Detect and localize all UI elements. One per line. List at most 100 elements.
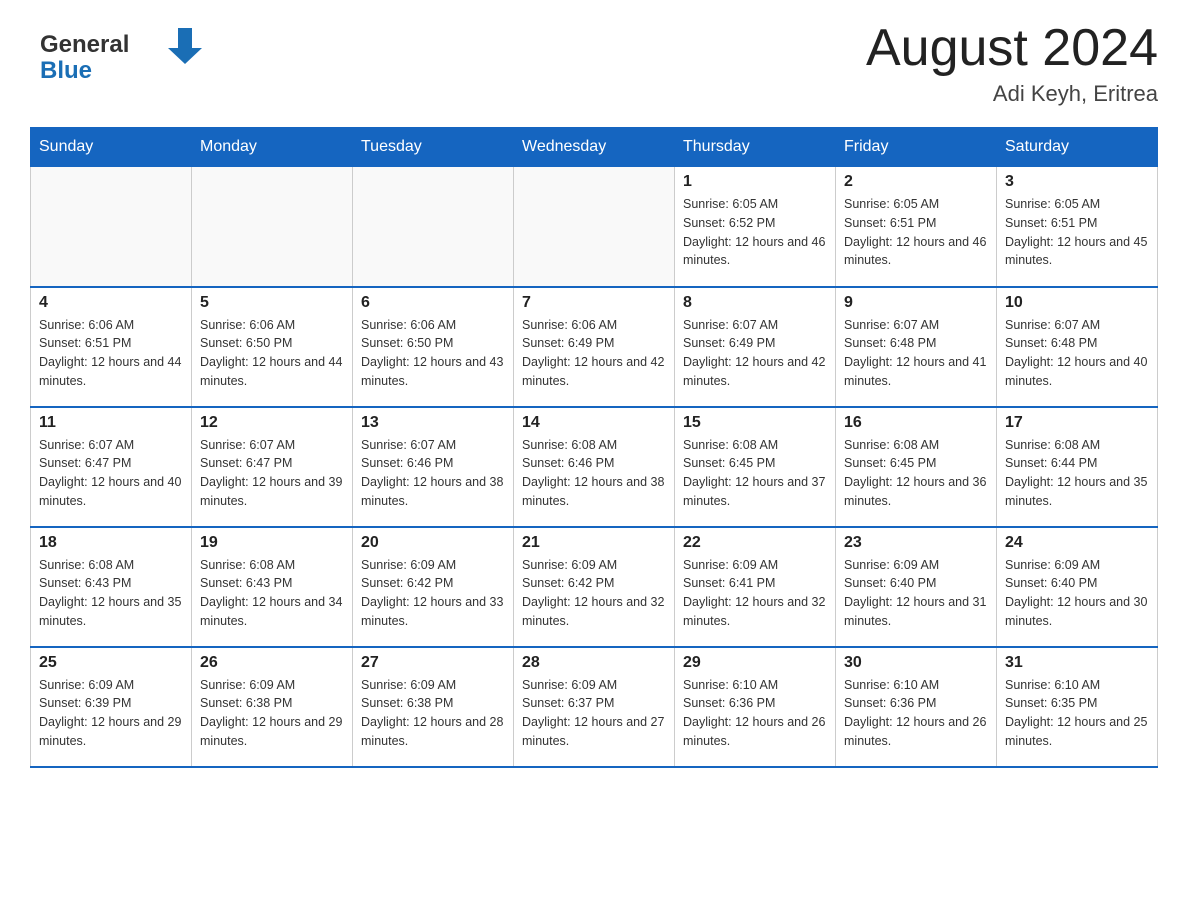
day-info: Sunrise: 6:09 AMSunset: 6:40 PMDaylight:… [844,556,988,631]
day-number: 20 [361,534,505,552]
calendar-week-row: 1 Sunrise: 6:05 AMSunset: 6:52 PMDaylight… [31,167,1158,287]
table-row: 7 Sunrise: 6:06 AMSunset: 6:49 PMDaylight… [514,287,675,407]
table-row: 10 Sunrise: 6:07 AMSunset: 6:48 PMDayligh… [997,287,1158,407]
day-info: Sunrise: 6:09 AMSunset: 6:40 PMDaylight:… [1005,556,1149,631]
day-number: 14 [522,414,666,432]
table-row [192,167,353,287]
day-number: 9 [844,294,988,312]
day-number: 27 [361,654,505,672]
col-saturday: Saturday [997,128,1158,167]
day-number: 29 [683,654,827,672]
table-row: 13 Sunrise: 6:07 AMSunset: 6:46 PMDayligh… [353,407,514,527]
day-info: Sunrise: 6:08 AMSunset: 6:45 PMDaylight:… [683,436,827,511]
day-info: Sunrise: 6:10 AMSunset: 6:35 PMDaylight:… [1005,676,1149,751]
day-info: Sunrise: 6:08 AMSunset: 6:44 PMDaylight:… [1005,436,1149,511]
table-row: 24 Sunrise: 6:09 AMSunset: 6:40 PMDayligh… [997,527,1158,647]
day-info: Sunrise: 6:08 AMSunset: 6:43 PMDaylight:… [200,556,344,631]
day-info: Sunrise: 6:05 AMSunset: 6:51 PMDaylight:… [844,195,988,270]
day-info: Sunrise: 6:06 AMSunset: 6:50 PMDaylight:… [200,316,344,391]
table-row: 14Sunrise: 6:08 AMSunset: 6:46 PMDayligh… [514,407,675,527]
table-row: 28Sunrise: 6:09 AMSunset: 6:37 PMDayligh… [514,647,675,767]
calendar-header-row: Sunday Monday Tuesday Wednesday Thursday… [31,128,1158,167]
day-number: 5 [200,294,344,312]
day-info: Sunrise: 6:10 AMSunset: 6:36 PMDaylight:… [844,676,988,751]
table-row: 11Sunrise: 6:07 AMSunset: 6:47 PMDayligh… [31,407,192,527]
day-info: Sunrise: 6:06 AMSunset: 6:50 PMDaylight:… [361,316,505,391]
day-info: Sunrise: 6:06 AMSunset: 6:49 PMDaylight:… [522,316,666,391]
svg-text:Blue: Blue [40,57,92,84]
table-row: 4 Sunrise: 6:06 AMSunset: 6:51 PMDaylight… [31,287,192,407]
day-info: Sunrise: 6:08 AMSunset: 6:45 PMDaylight:… [844,436,988,511]
page-header: General Blue August 2024 Adi Keyh, Eritr… [30,20,1158,107]
col-monday: Monday [192,128,353,167]
day-info: Sunrise: 6:07 AMSunset: 6:48 PMDaylight:… [1005,316,1149,391]
col-friday: Friday [836,128,997,167]
table-row [514,167,675,287]
svg-text:General: General [40,31,129,58]
day-info: Sunrise: 6:09 AMSunset: 6:42 PMDaylight:… [522,556,666,631]
day-info: Sunrise: 6:05 AMSunset: 6:52 PMDaylight:… [683,195,827,270]
day-number: 23 [844,534,988,552]
table-row: 2 Sunrise: 6:05 AMSunset: 6:51 PMDaylight… [836,167,997,287]
calendar-week-row: 18Sunrise: 6:08 AMSunset: 6:43 PMDayligh… [31,527,1158,647]
day-info: Sunrise: 6:09 AMSunset: 6:37 PMDaylight:… [522,676,666,751]
col-tuesday: Tuesday [353,128,514,167]
day-info: Sunrise: 6:09 AMSunset: 6:38 PMDaylight:… [200,676,344,751]
table-row [353,167,514,287]
month-title: August 2024 [866,20,1158,77]
table-row: 17 Sunrise: 6:08 AMSunset: 6:44 PMDayligh… [997,407,1158,527]
table-row: 30 Sunrise: 6:10 AMSunset: 6:36 PMDayligh… [836,647,997,767]
day-number: 30 [844,654,988,672]
day-number: 13 [361,414,505,432]
day-info: Sunrise: 6:05 AMSunset: 6:51 PMDaylight:… [1005,195,1149,270]
table-row: 21 Sunrise: 6:09 AMSunset: 6:42 PMDayligh… [514,527,675,647]
day-number: 25 [39,654,183,672]
day-info: Sunrise: 6:09 AMSunset: 6:42 PMDaylight:… [361,556,505,631]
table-row: 6 Sunrise: 6:06 AMSunset: 6:50 PMDaylight… [353,287,514,407]
table-row: 25Sunrise: 6:09 AMSunset: 6:39 PMDayligh… [31,647,192,767]
day-info: Sunrise: 6:09 AMSunset: 6:41 PMDaylight:… [683,556,827,631]
table-row: 27 Sunrise: 6:09 AMSunset: 6:38 PMDayligh… [353,647,514,767]
table-row: 8Sunrise: 6:07 AMSunset: 6:49 PMDaylight… [675,287,836,407]
table-row: 12 Sunrise: 6:07 AMSunset: 6:47 PMDayligh… [192,407,353,527]
day-number: 16 [844,414,988,432]
day-number: 21 [522,534,666,552]
table-row: 16 Sunrise: 6:08 AMSunset: 6:45 PMDayligh… [836,407,997,527]
location-label: Adi Keyh, Eritrea [866,81,1158,107]
day-info: Sunrise: 6:07 AMSunset: 6:47 PMDaylight:… [39,436,183,511]
day-info: Sunrise: 6:07 AMSunset: 6:46 PMDaylight:… [361,436,505,511]
table-row: 20 Sunrise: 6:09 AMSunset: 6:42 PMDayligh… [353,527,514,647]
col-thursday: Thursday [675,128,836,167]
day-info: Sunrise: 6:07 AMSunset: 6:47 PMDaylight:… [200,436,344,511]
day-info: Sunrise: 6:09 AMSunset: 6:38 PMDaylight:… [361,676,505,751]
table-row: 18Sunrise: 6:08 AMSunset: 6:43 PMDayligh… [31,527,192,647]
day-number: 15 [683,414,827,432]
table-row: 5 Sunrise: 6:06 AMSunset: 6:50 PMDaylight… [192,287,353,407]
day-number: 17 [1005,414,1149,432]
day-number: 7 [522,294,666,312]
table-row: 19 Sunrise: 6:08 AMSunset: 6:43 PMDayligh… [192,527,353,647]
table-row: 1 Sunrise: 6:05 AMSunset: 6:52 PMDaylight… [675,167,836,287]
day-number: 1 [683,173,827,191]
logo-svg: General Blue [30,20,220,90]
col-wednesday: Wednesday [514,128,675,167]
table-row: 9 Sunrise: 6:07 AMSunset: 6:48 PMDaylight… [836,287,997,407]
table-row: 23 Sunrise: 6:09 AMSunset: 6:40 PMDayligh… [836,527,997,647]
day-number: 4 [39,294,183,312]
day-number: 24 [1005,534,1149,552]
calendar-week-row: 25Sunrise: 6:09 AMSunset: 6:39 PMDayligh… [31,647,1158,767]
col-sunday: Sunday [31,128,192,167]
table-row: 26Sunrise: 6:09 AMSunset: 6:38 PMDayligh… [192,647,353,767]
table-row: 22 Sunrise: 6:09 AMSunset: 6:41 PMDayligh… [675,527,836,647]
day-info: Sunrise: 6:07 AMSunset: 6:48 PMDaylight:… [844,316,988,391]
day-info: Sunrise: 6:06 AMSunset: 6:51 PMDaylight:… [39,316,183,391]
day-number: 22 [683,534,827,552]
day-number: 2 [844,173,988,191]
day-number: 19 [200,534,344,552]
day-number: 6 [361,294,505,312]
day-number: 12 [200,414,344,432]
calendar-week-row: 11Sunrise: 6:07 AMSunset: 6:47 PMDayligh… [31,407,1158,527]
day-number: 10 [1005,294,1149,312]
calendar-week-row: 4 Sunrise: 6:06 AMSunset: 6:51 PMDaylight… [31,287,1158,407]
day-number: 3 [1005,173,1149,191]
